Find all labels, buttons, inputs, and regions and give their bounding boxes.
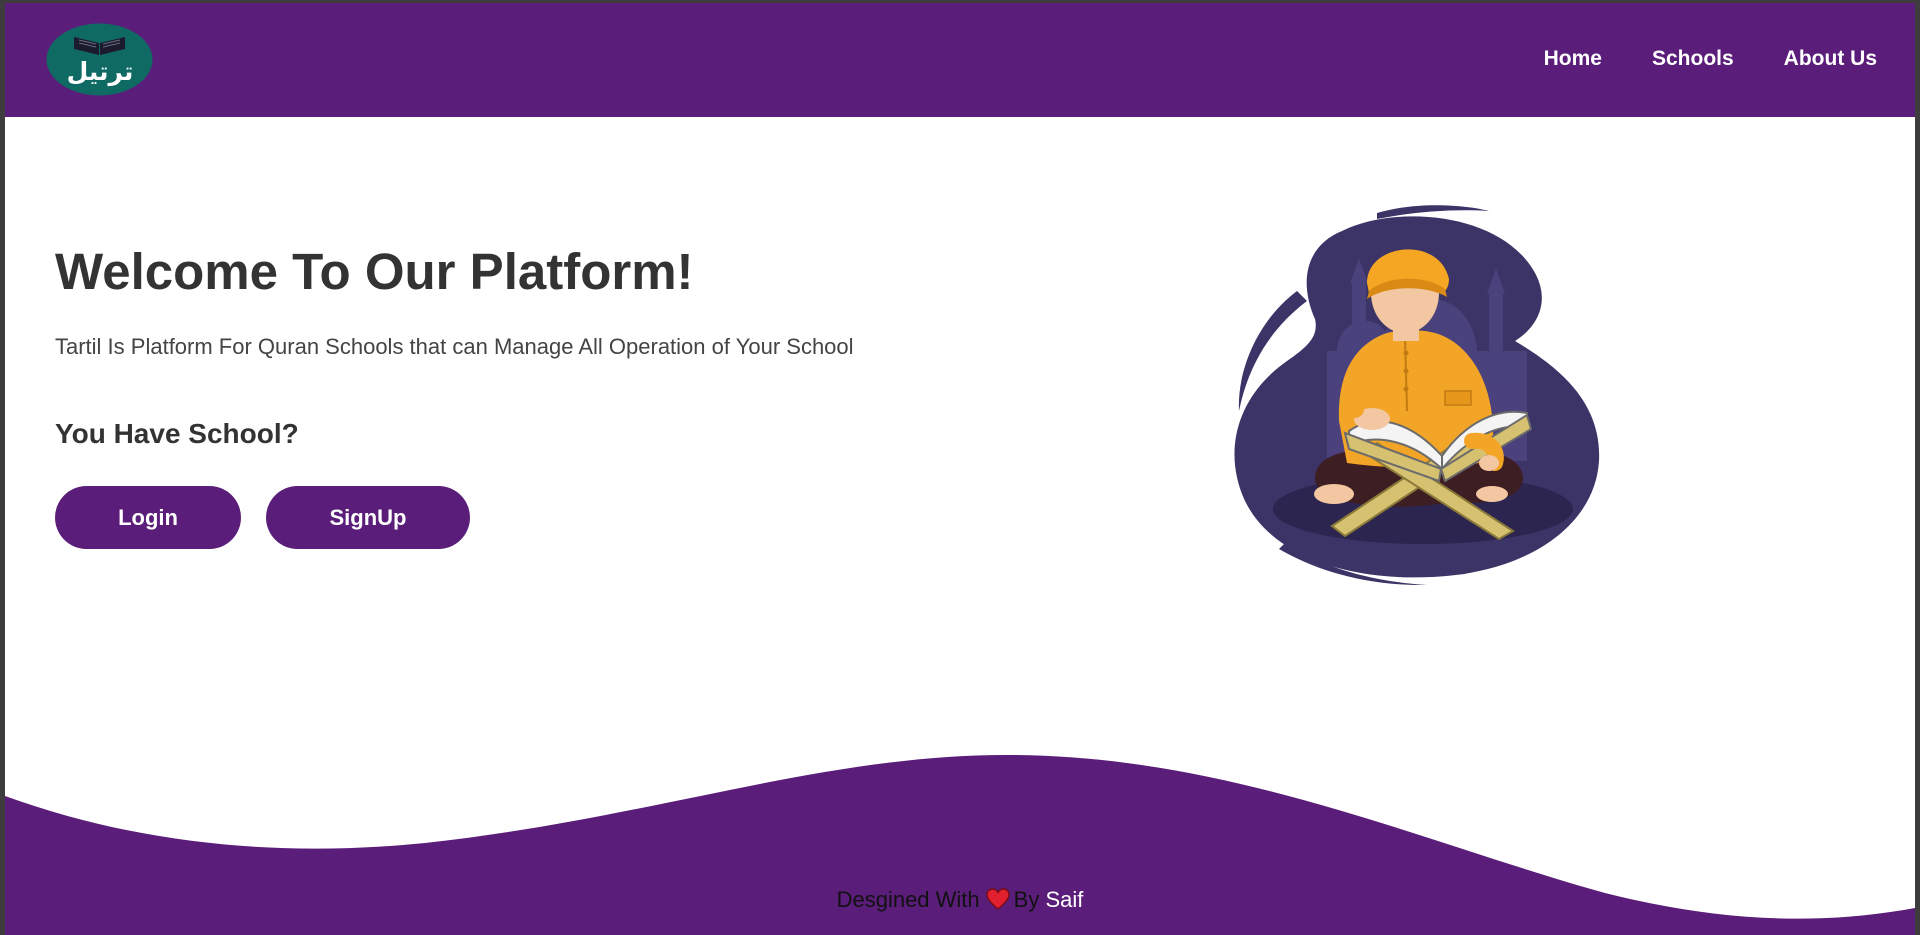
nav-about-us-link[interactable]: About Us (1784, 47, 1877, 71)
page-frame: ترتيل Home Schools About Us Welcome To O… (5, 3, 1915, 935)
login-button[interactable]: Login (55, 486, 241, 549)
footer-by: By (1013, 887, 1040, 912)
navbar: ترتيل Home Schools About Us (5, 3, 1915, 117)
logo[interactable]: ترتيل (46, 23, 153, 96)
signup-button[interactable]: SignUp (266, 486, 470, 549)
hero-description: Tartil Is Platform For Quran Schools tha… (55, 334, 854, 359)
author-link[interactable]: Saif (1045, 887, 1083, 912)
logo-emblem: ترتيل (46, 23, 153, 96)
logo-text: ترتيل (67, 57, 134, 87)
nav-menu: Home Schools About Us (1544, 47, 1877, 71)
hero-title: Welcome To Our Platform! (55, 243, 694, 300)
footer-prefix: Desgined With (836, 887, 980, 912)
footer-credit: Desgined With By Saif (5, 887, 1915, 913)
nav-schools-link[interactable]: Schools (1652, 47, 1734, 71)
boy-reading-quran-illustration (1227, 201, 1619, 589)
school-question: You Have School? (55, 418, 299, 449)
heart-icon (985, 888, 1010, 910)
nav-home-link[interactable]: Home (1544, 47, 1602, 71)
